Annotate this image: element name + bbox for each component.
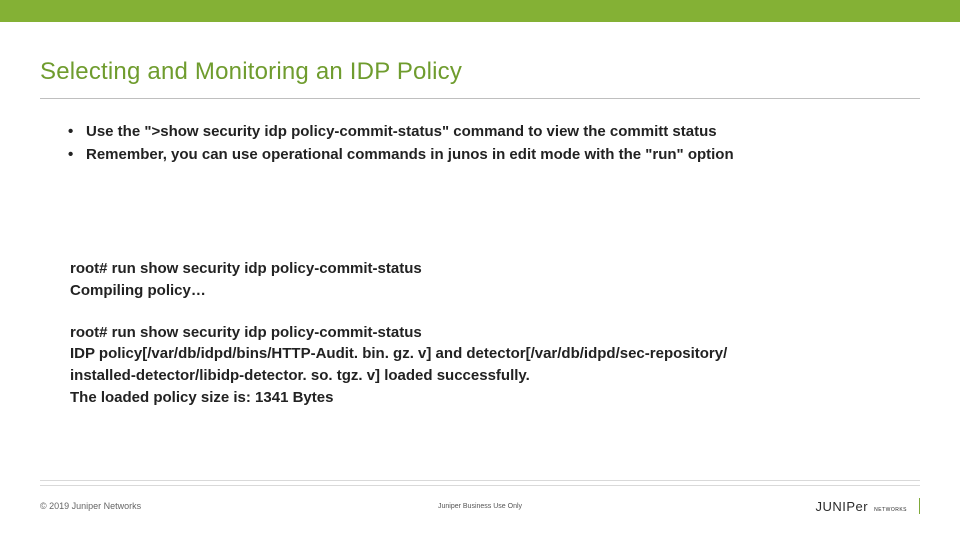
copyright-text: © 2019 Juniper Networks [40, 501, 141, 511]
terminal-line: IDP policy[/var/db/idpd/bins/HTTP-Audit.… [70, 343, 920, 365]
logo-text: JUNIPer [815, 499, 868, 514]
footer-divider [40, 485, 920, 486]
logo-subtext: NETWORKS [874, 507, 907, 513]
terminal-block: root# run show security idp policy-commi… [70, 322, 920, 409]
footer-row: © 2019 Juniper Networks Juniper Business… [0, 494, 960, 518]
footer-center-note: Juniper Business Use Only [438, 503, 522, 510]
terminal-line: The loaded policy size is: 1341 Bytes [70, 387, 920, 409]
juniper-logo: JUNIPer NETWORKS [815, 498, 920, 514]
terminal-line: root# run show security idp policy-commi… [70, 258, 920, 280]
terminal-output: root# run show security idp policy-commi… [70, 258, 920, 409]
slide-content: Selecting and Monitoring an IDP Policy U… [0, 22, 960, 409]
brand-top-bar [0, 0, 960, 22]
terminal-line: Compiling policy… [70, 280, 920, 302]
logo-accent-bar [919, 498, 920, 514]
slide-title: Selecting and Monitoring an IDP Policy [40, 58, 920, 86]
terminal-line: root# run show security idp policy-commi… [70, 322, 920, 344]
title-divider [40, 98, 920, 99]
terminal-block: root# run show security idp policy-commi… [70, 258, 920, 302]
bullet-list: Use the ">show security idp policy-commi… [86, 121, 920, 166]
footer-divider [40, 480, 920, 481]
terminal-line: installed-detector/libidp-detector. so. … [70, 365, 920, 387]
footer: © 2019 Juniper Networks Juniper Business… [0, 480, 960, 518]
bullet-item: Use the ">show security idp policy-commi… [86, 121, 920, 144]
bullet-item: Remember, you can use operational comman… [86, 144, 920, 167]
